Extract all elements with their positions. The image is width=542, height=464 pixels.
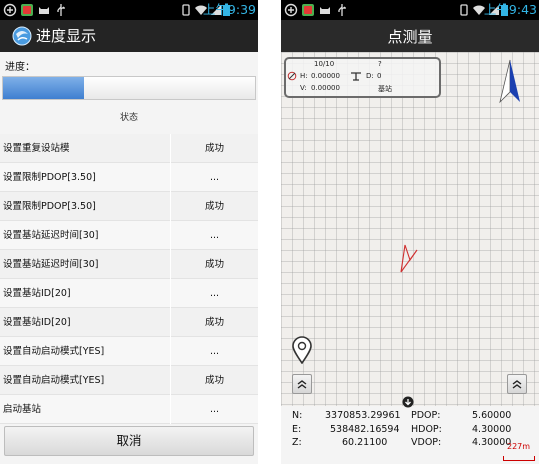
table-row: 设置基站延迟时间[30]... xyxy=(0,221,258,250)
tripod-icon xyxy=(351,72,361,81)
step-status: 成功 xyxy=(204,143,224,154)
step-status: ... xyxy=(209,346,220,357)
vibrate-icon xyxy=(460,4,468,16)
northing-value: 3370853.29961 xyxy=(325,410,401,421)
table-row: 设置自动启动模式[YES]... xyxy=(0,337,258,366)
vibrate-icon xyxy=(182,4,190,16)
table-row: 设置基站ID[20] 成功 xyxy=(0,308,258,337)
progress-body: 进度： 状态 设置重复设站模 成功 设置限制PDOP[3.50]... 设置限制PDO… xyxy=(0,52,258,464)
progress-fill xyxy=(3,77,84,99)
current-position-icon xyxy=(400,244,418,273)
scale-bar xyxy=(503,456,535,461)
table-row: 设置重复设站模 成功 xyxy=(0,134,258,163)
h-label: H: xyxy=(300,72,308,80)
pdop-label: PDOP: xyxy=(411,410,441,421)
elevation-label: Z: xyxy=(292,437,302,448)
step-name: 设置限制PDOP[3.50] xyxy=(3,201,96,212)
step-name: 设置自动启动模式[YES] xyxy=(3,375,105,386)
step-status: 成功 xyxy=(204,259,224,270)
table-row: 启动基站... xyxy=(0,395,258,424)
title-bar: 进度显示 xyxy=(0,20,258,52)
vdop-label: VDOP: xyxy=(411,437,442,448)
table-row: 设置基站ID[20]... xyxy=(0,279,258,308)
page-title: 点测量 xyxy=(387,28,433,46)
table-row: 设置自动启动模式[YES] 成功 xyxy=(0,366,258,395)
title-bar: 点测量 xyxy=(281,20,539,52)
h-value: 0.00000 xyxy=(311,72,340,80)
vdop-value: 4.30000 xyxy=(472,437,512,448)
step-name: 设置基站延迟时间[30] xyxy=(3,259,99,270)
expand-right-button[interactable] xyxy=(507,374,527,394)
elevation-value: 60.21100 xyxy=(342,437,388,448)
expand-left-button[interactable] xyxy=(292,374,312,394)
satellite-count: 10/10 xyxy=(314,60,335,68)
scale-label: 227m xyxy=(507,442,531,451)
status-bar: 上午9:39 xyxy=(0,0,258,20)
d-value: 0 xyxy=(377,72,382,80)
step-name: 设置基站ID[20] xyxy=(3,288,71,299)
step-status: 成功 xyxy=(204,317,224,328)
gnss-info-box: 10/10 ? H: 0.00000 D: 0 V: 0.00000 基站 xyxy=(284,57,441,98)
cat-icon xyxy=(320,7,330,14)
app-logo-icon xyxy=(12,26,32,46)
cat-icon xyxy=(39,7,49,14)
northing-label: N: xyxy=(292,410,303,421)
step-status: ... xyxy=(209,172,220,183)
step-name: 设置限制PDOP[3.50] xyxy=(3,172,96,183)
point-survey-screen: 上午9:43 点测量 10/10 ? H: 0.00000 D: 0 V: 0.… xyxy=(281,0,539,464)
easting-label: E: xyxy=(292,424,302,435)
hdop-label: HDOP: xyxy=(411,424,442,435)
status-time: 上午9:43 xyxy=(483,2,537,17)
step-status: ... xyxy=(209,288,220,299)
step-name: 设置重复设站模 xyxy=(3,143,70,154)
status-table: 设置重复设站模 成功 设置限制PDOP[3.50]... 设置限制PDOP[3.50]… xyxy=(0,134,258,424)
double-chevron-up-icon xyxy=(297,380,307,389)
pdop-value: 5.60000 xyxy=(472,410,512,421)
progress-bar xyxy=(2,76,256,100)
status-bar: 上午9:43 xyxy=(281,0,539,20)
progress-label: 进度： xyxy=(5,62,35,73)
step-status: 成功 xyxy=(204,201,224,212)
v-label: V: xyxy=(300,84,307,92)
status-column-header: 状态 xyxy=(119,113,138,123)
v-value: 0.00000 xyxy=(311,84,340,92)
unknown-status: ? xyxy=(378,60,382,68)
step-status: ... xyxy=(209,230,220,241)
table-row: 设置限制PDOP[3.50] 成功 xyxy=(0,192,258,221)
step-name: 启动基站 xyxy=(3,404,42,415)
satellite-icon xyxy=(287,71,297,81)
add-circle-icon xyxy=(3,3,17,17)
app-notification-icon xyxy=(302,4,314,16)
step-name: 设置自动启动模式[YES] xyxy=(3,346,105,357)
usb-icon xyxy=(57,4,65,16)
survey-mode: 基站 xyxy=(378,85,392,93)
easting-value: 538482.16594 xyxy=(330,424,400,435)
d-label: D: xyxy=(366,72,374,80)
add-circle-icon xyxy=(284,3,298,17)
table-row: 设置限制PDOP[3.50]... xyxy=(0,163,258,192)
hdop-value: 4.30000 xyxy=(472,424,512,435)
page-title: 进度显示 xyxy=(36,27,97,45)
step-status: 成功 xyxy=(204,375,224,386)
step-status: ... xyxy=(209,404,220,415)
step-name: 设置基站延迟时间[30] xyxy=(3,230,99,241)
coordinates-panel: N: 3370853.29961 PDOP: 5.60000 E: 538482… xyxy=(281,396,539,464)
step-name: 设置基站ID[20] xyxy=(3,317,71,328)
table-row: 设置基站延迟时间[30] 成功 xyxy=(0,250,258,279)
cancel-button[interactable]: 取消 xyxy=(4,426,254,456)
map-view[interactable]: 10/10 ? H: 0.00000 D: 0 V: 0.00000 基站 xyxy=(281,52,539,406)
compass-north-icon xyxy=(499,59,520,104)
status-time: 上午9:39 xyxy=(202,2,256,17)
double-chevron-up-icon xyxy=(512,380,522,389)
usb-icon xyxy=(338,4,346,16)
progress-screen: 上午9:39 进度显示 进度： 状态 设置重复设站模 成功 设置限制PDOP[3.5… xyxy=(0,0,258,464)
collapse-panel-icon[interactable] xyxy=(402,396,414,408)
location-pin-icon[interactable] xyxy=(291,336,313,364)
app-notification-icon xyxy=(21,4,33,16)
